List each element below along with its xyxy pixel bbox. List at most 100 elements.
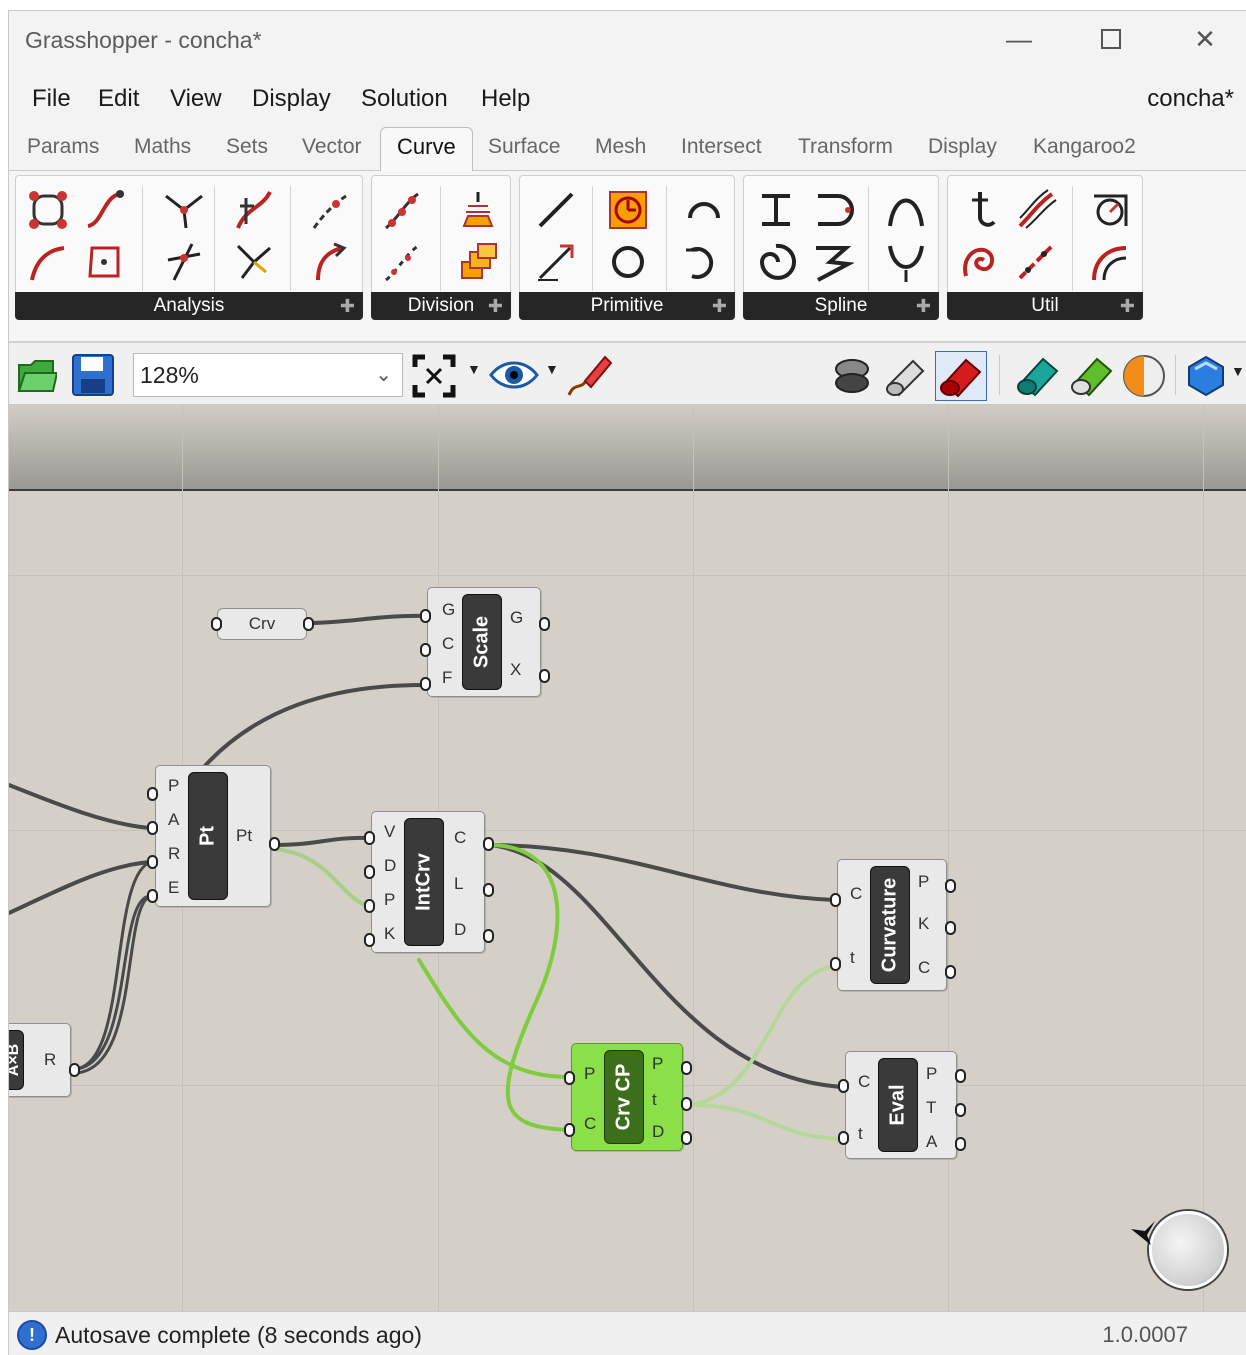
curve-frames-icon[interactable] (232, 188, 276, 232)
menu-solution[interactable]: Solution (361, 85, 448, 113)
maximize-button[interactable] (1081, 19, 1141, 59)
output-grip[interactable] (269, 837, 280, 851)
output-grip[interactable] (483, 929, 494, 943)
tab-mesh[interactable]: Mesh (595, 135, 646, 159)
line-icon[interactable] (534, 188, 578, 232)
tab-vector[interactable]: Vector (302, 135, 362, 159)
poly-arc-icon[interactable] (810, 240, 854, 284)
curve-intersect-icon[interactable] (162, 240, 206, 284)
curve-proximity-icon[interactable] (232, 240, 276, 284)
polyline-icon[interactable] (754, 240, 798, 284)
contour-ex-icon[interactable] (456, 240, 500, 284)
flip-curve-icon[interactable] (1088, 240, 1132, 284)
selected-preview-icon[interactable] (1067, 353, 1115, 399)
input-grip[interactable] (364, 831, 375, 845)
intcrv-component[interactable]: V D P K IntCrv C L D (371, 811, 485, 953)
curve-tangent-icon[interactable] (26, 240, 70, 284)
offset-curve-icon[interactable] (1014, 188, 1058, 232)
close-button[interactable]: ✕ (1175, 19, 1235, 59)
zoom-dropdown[interactable]: 128% ⌄ (133, 353, 403, 397)
output-grip[interactable] (539, 617, 550, 631)
seam-icon[interactable] (1088, 188, 1132, 232)
scale-component[interactable]: G C F Scale G X (427, 587, 541, 697)
output-grip[interactable] (681, 1061, 692, 1075)
output-grip[interactable] (303, 617, 314, 631)
save-file-icon[interactable] (71, 353, 115, 397)
input-grip[interactable] (147, 855, 158, 869)
panel-analysis-bar[interactable]: Analysis ✚ (15, 292, 363, 320)
panel-division-bar[interactable]: Division ✚ (371, 292, 511, 320)
divide-curve-icon[interactable] (380, 188, 424, 232)
output-grip[interactable] (945, 921, 956, 935)
kinky-curve-icon[interactable] (810, 188, 854, 232)
tab-params[interactable]: Params (27, 135, 99, 159)
curvature-component[interactable]: C t Curvature P K C (837, 859, 947, 991)
menu-help[interactable]: Help (481, 85, 530, 113)
menu-display[interactable]: Display (252, 85, 331, 113)
fillet-icon[interactable] (958, 188, 1002, 232)
input-grip[interactable] (364, 899, 375, 913)
curve-evaluate-icon[interactable] (308, 188, 352, 232)
tangent-curve-icon[interactable] (884, 240, 928, 284)
circle-icon[interactable] (606, 240, 650, 284)
input-grip[interactable] (147, 787, 158, 801)
contour-icon[interactable] (456, 188, 500, 232)
divide-distance-icon[interactable] (380, 240, 424, 284)
output-grip[interactable] (483, 837, 494, 851)
panel-primitive-bar[interactable]: Primitive ✚ (519, 292, 735, 320)
info-icon[interactable]: ! (17, 1320, 47, 1350)
input-grip[interactable] (420, 643, 431, 657)
crv-param[interactable]: Crv (217, 608, 307, 640)
output-grip[interactable] (681, 1097, 692, 1111)
output-grip[interactable] (955, 1103, 966, 1117)
join-curves-icon[interactable] (958, 240, 1002, 284)
output-grip[interactable] (955, 1069, 966, 1083)
input-grip[interactable] (364, 933, 375, 947)
tab-maths[interactable]: Maths (134, 135, 191, 159)
grasshopper-canvas[interactable]: Crv G C F Scale G X P A R E Pt Pt V D P … (9, 405, 1246, 1341)
input-grip[interactable] (838, 1079, 849, 1093)
nurbs-curve-icon[interactable] (884, 188, 928, 232)
arc-icon[interactable] (682, 188, 726, 232)
input-grip[interactable] (211, 617, 222, 631)
output-grip[interactable] (945, 879, 956, 893)
output-grip[interactable] (955, 1137, 966, 1151)
eval-component[interactable]: C t Eval P T A (845, 1051, 957, 1159)
mesh-settings-icon[interactable] (1185, 355, 1227, 397)
sketch-pen-icon[interactable] (565, 351, 613, 399)
tab-surface[interactable]: Surface (488, 135, 560, 159)
input-grip[interactable] (838, 1131, 849, 1145)
input-grip[interactable] (147, 821, 158, 835)
input-grip[interactable] (147, 889, 158, 903)
curve-closest-point-icon[interactable] (162, 188, 206, 232)
output-grip[interactable] (483, 883, 494, 897)
menu-edit[interactable]: Edit (98, 85, 139, 113)
preview-selected-button[interactable] (935, 351, 987, 401)
dropdown-arrow-icon[interactable]: ▼ (1231, 363, 1245, 379)
document-preview-icon[interactable] (1013, 353, 1061, 399)
arc-3pt-icon[interactable] (682, 240, 726, 284)
menu-file[interactable]: File (32, 85, 71, 113)
pt-component[interactable]: P A R E Pt Pt (155, 765, 271, 907)
panel-util-bar[interactable]: Util ✚ (947, 292, 1143, 320)
curve-ends-icon[interactable] (26, 188, 70, 232)
input-grip[interactable] (420, 677, 431, 691)
tab-display[interactable]: Display (928, 135, 997, 159)
dropdown-arrow-icon[interactable]: ▼ (545, 361, 559, 377)
tab-kangaroo2[interactable]: Kangaroo2 (1033, 135, 1136, 159)
axb-component[interactable]: A×B R (9, 1023, 71, 1097)
dropdown-arrow-icon[interactable]: ▼ (467, 361, 481, 377)
input-grip[interactable] (564, 1123, 575, 1137)
output-grip[interactable] (539, 669, 550, 683)
canvas-navigation-widget[interactable] (1149, 1211, 1227, 1289)
crvcp-component[interactable]: P C Crv CP P t D (571, 1043, 683, 1151)
output-grip[interactable] (69, 1063, 80, 1077)
tab-transform[interactable]: Transform (798, 135, 893, 159)
material-icon[interactable] (1121, 353, 1167, 399)
input-grip[interactable] (830, 893, 841, 907)
preview-shaded-icon[interactable] (883, 355, 929, 397)
bounding-box-icon[interactable] (82, 240, 126, 284)
circle-cnr-icon[interactable] (606, 188, 650, 232)
menu-view[interactable]: View (170, 85, 222, 113)
output-grip[interactable] (945, 965, 956, 979)
